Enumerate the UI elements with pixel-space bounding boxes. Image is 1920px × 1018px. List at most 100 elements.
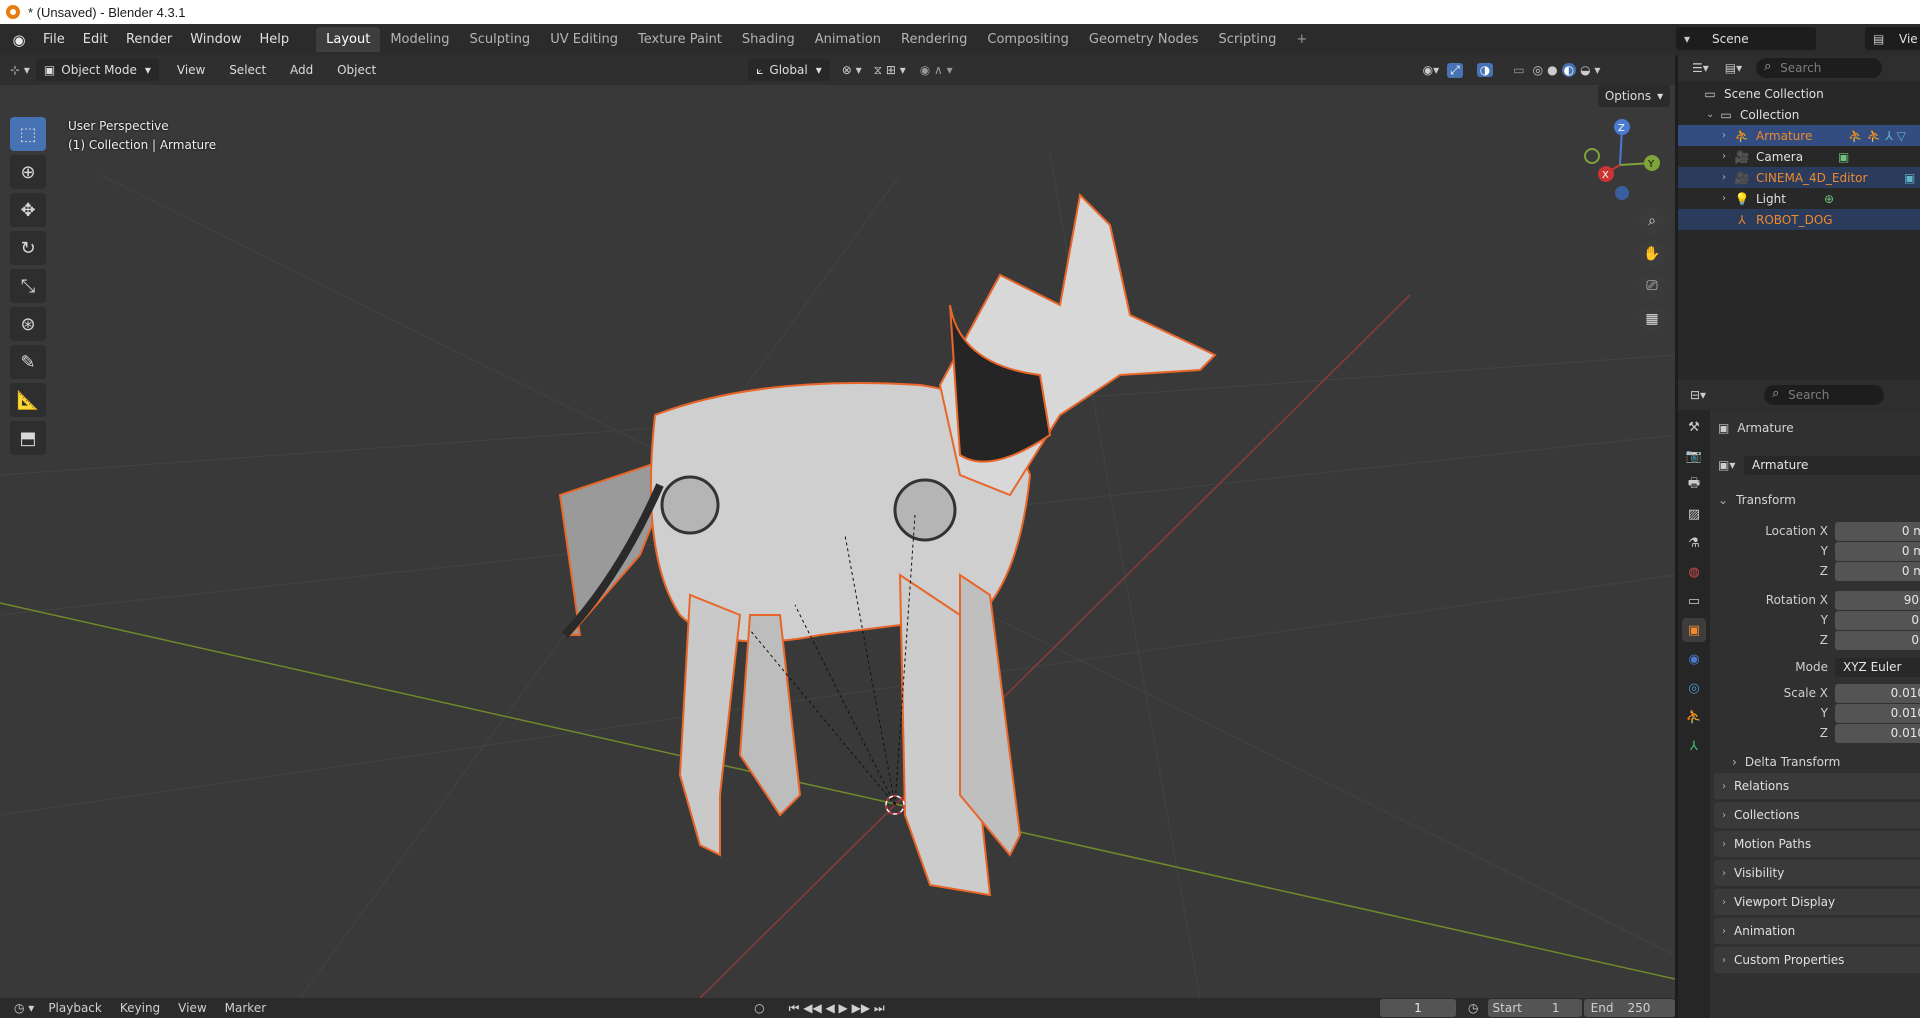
tool-tab-icon[interactable]: ⚒ [1682,415,1706,439]
modifier-tab-icon[interactable]: ◉ [1682,647,1706,671]
location-z-field[interactable]: 0 m [1835,561,1920,581]
outliner-item-armature[interactable]: › ⛹ Armature ⛹ ⛹ ⅄ ▽ [1678,125,1920,146]
chevron-right-icon[interactable]: › [1722,151,1734,162]
current-frame-field[interactable]: 1 [1380,999,1456,1017]
section-animation[interactable]: › Animation [1714,918,1920,944]
rotation-x-field[interactable]: 90° [1835,590,1920,610]
editor-type-icon[interactable]: ⊹ ▾ [10,63,30,77]
timeline-menu-playback[interactable]: Playback [48,1001,102,1015]
delta-transform-header[interactable]: › Delta Transform [1712,752,1920,772]
overlay-toggle-icon[interactable]: ◑ [1476,63,1494,77]
tab-rendering[interactable]: Rendering [891,27,977,52]
timeline-menu-keying[interactable]: Keying [120,1001,160,1015]
armature-data-tab-icon[interactable]: ⅄ [1682,734,1706,758]
playback-controls-icon[interactable]: ⏮ ◀◀ ◀ ▶ ▶▶ ⏭ [789,1001,885,1016]
navigation-gizmo[interactable]: Z Y X [1584,119,1660,200]
blender-menu-icon[interactable]: ◉ [10,31,28,49]
pose-icons[interactable]: ⛹ ⛹ ⅄ ▽ [1848,129,1906,143]
xray-icon[interactable]: ▭ [1513,63,1524,77]
end-frame-field[interactable]: End 250 [1584,999,1675,1017]
viewport-menu-add[interactable]: Add [280,63,323,77]
chevron-right-icon[interactable]: › [1722,193,1734,204]
transform-header[interactable]: ⌄ Transform [1712,490,1920,510]
tab-geometry-nodes[interactable]: Geometry Nodes [1079,27,1209,52]
menu-edit[interactable]: Edit [74,28,117,51]
section-viewport-display[interactable]: › Viewport Display [1714,889,1920,915]
tab-animation[interactable]: Animation [805,27,891,52]
scale-x-field[interactable]: 0.010 [1835,683,1920,703]
timeline-menu-marker[interactable]: Marker [225,1001,266,1015]
tab-modeling[interactable]: Modeling [380,27,459,52]
shading-material-icon[interactable]: ◐ [1561,63,1577,77]
pivot-point-icon[interactable]: ⊗ ▾ [842,63,862,77]
outliner-collection[interactable]: ⌄ ▭ Collection [1678,104,1920,125]
add-cube-tool-icon[interactable]: ⬒ [10,421,46,455]
chevron-down-icon[interactable]: ⌄ [1706,109,1718,120]
measure-tool-icon[interactable]: 📐 [10,383,46,417]
options-button[interactable]: Options ▾ [1598,85,1670,107]
annotate-tool-icon[interactable]: ✎ [10,345,46,379]
transform-tool-icon[interactable]: ⊛ [10,307,46,341]
menu-render[interactable]: Render [117,28,181,51]
zoom-icon[interactable]: ⌕ [1638,207,1666,235]
tab-texture-paint[interactable]: Texture Paint [628,27,732,52]
location-x-field[interactable]: 0 m [1835,521,1920,541]
outliner-search-input[interactable]: Search [1756,58,1883,78]
robot-dog-model[interactable] [558,192,1217,897]
shading-wireframe-icon[interactable]: ◎ [1533,63,1543,77]
tab-shading[interactable]: Shading [732,27,805,52]
physics-tab-icon[interactable]: ◎ [1682,676,1706,700]
rotate-tool-icon[interactable]: ↻ [10,231,46,265]
scene-selector[interactable]: ▾ Scene [1676,27,1816,50]
record-icon[interactable]: ○ [754,1001,764,1015]
scene-tab-icon[interactable]: ⚗ [1682,531,1706,555]
menu-window[interactable]: Window [181,28,250,51]
cursor-tool-icon[interactable]: ⊕ [10,155,46,189]
visibility-icon[interactable]: ◉▾ [1423,63,1440,77]
3d-viewport[interactable]: Z Y X ⊹ ▾ ▣ Object Mode ▾ View Select Ad… [0,55,1675,998]
viewport-menu-object[interactable]: Object [327,63,386,77]
select-box-tool-icon[interactable]: ⬚ [10,117,46,151]
rotation-mode-dropdown[interactable]: XYZ Euler [1835,657,1920,677]
timeline-editor-icon[interactable]: ◷ ▾ [14,1001,34,1015]
section-relations[interactable]: › Relations [1714,773,1920,799]
chevron-right-icon[interactable]: › [1722,172,1734,183]
tab-layout[interactable]: Layout [316,27,381,52]
world-tab-icon[interactable]: ◍ [1682,560,1706,584]
mode-dropdown[interactable]: ▣ Object Mode ▾ [35,59,159,81]
location-y-field[interactable]: 0 m [1835,541,1920,561]
light-data-icon[interactable]: ⊕ [1824,192,1834,206]
outliner-item-cinema-4d-editor[interactable]: › 🎥 CINEMA_4D_Editor ▣ [1678,167,1920,188]
output-tab-icon[interactable]: 🖶 [1682,473,1706,497]
chevron-right-icon[interactable]: › [1722,130,1734,141]
gizmo-toggle-icon[interactable]: ⤢ [1447,62,1463,78]
rotation-y-field[interactable]: 0° [1835,610,1920,630]
camera-data-icon[interactable]: ▣ [1904,171,1915,185]
properties-editor-icon[interactable]: ⊟▾ [1690,388,1706,402]
camera-view-icon[interactable]: ⎚ [1638,272,1666,300]
section-custom-properties[interactable]: › Custom Properties [1714,947,1920,973]
scale-y-field[interactable]: 0.010 [1835,703,1920,723]
add-workspace-icon[interactable]: + [1286,27,1317,52]
constraints-tab-icon[interactable]: ⛹ [1682,705,1706,729]
section-motion-paths[interactable]: › Motion Paths [1714,831,1920,857]
object-datablock-icon[interactable]: ▣▾ [1718,458,1735,472]
view-layer-selector[interactable]: ▤ Vie [1865,27,1920,50]
perspective-toggle-icon[interactable]: ▦ [1638,305,1666,333]
render-tab-icon[interactable]: 📷 [1682,444,1706,468]
shading-rendered-icon[interactable]: ◒ ▾ [1580,63,1600,77]
outliner-scene-collection[interactable]: ▭ Scene Collection [1678,83,1920,104]
viewport-menu-view[interactable]: View [167,63,215,77]
outliner-item-robot-dog[interactable]: ⅄ ROBOT_DOG [1678,209,1920,230]
timeline-menu-view[interactable]: View [178,1001,206,1015]
shading-solid-icon[interactable]: ● [1547,63,1557,77]
pan-hand-icon[interactable]: ✋ [1638,240,1666,268]
menu-help[interactable]: Help [251,28,299,51]
outliner-item-light[interactable]: › 💡 Light ⊕ [1678,188,1920,209]
collection-tab-icon[interactable]: ▭ [1682,589,1706,613]
viewport-menu-select[interactable]: Select [219,63,276,77]
object-name-field[interactable]: Armature [1744,455,1920,475]
proportional-edit-icon[interactable]: ◉ ∧ ▾ [920,63,953,77]
clock-icon[interactable]: ◷ [1468,1001,1478,1015]
tab-uv-editing[interactable]: UV Editing [540,27,628,52]
